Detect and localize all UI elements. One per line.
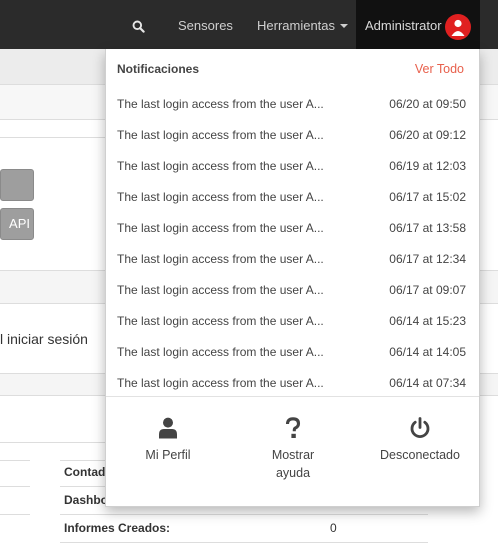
notification-item[interactable]: The last login access from the user A...… [106,151,479,182]
logout-button[interactable]: Desconectado [360,415,480,464]
avatar [445,14,471,40]
nav-herramientas-label: Herramientas [257,18,336,33]
notification-item[interactable]: The last login access from the user A...… [106,182,479,213]
notification-item[interactable]: The last login access from the user A...… [106,244,479,275]
help-label-line2: ayuda [275,466,311,480]
notification-time: 06/14 at 14:05 [389,345,466,359]
notification-item[interactable]: The last login access from the user A...… [106,213,479,244]
user-icon [108,415,228,441]
caret-down-icon [340,23,349,28]
notification-item[interactable]: The last login access from the user A...… [106,120,479,151]
notification-text: The last login access from the user A... [117,221,324,235]
notification-time: 06/20 at 09:12 [389,128,466,142]
stat-label: Informes Creados: [64,521,171,535]
notification-text: The last login access from the user A... [117,159,324,173]
notification-text: The last login access from the user A... [117,376,324,390]
notification-text: The last login access from the user A... [117,252,324,266]
background-button[interactable] [0,169,34,201]
notification-item[interactable]: The last login access from the user A...… [106,89,479,120]
question-icon [233,415,353,441]
divider [60,514,428,515]
nav-herramientas[interactable]: Herramientas [257,0,349,49]
help-button[interactable]: Mostrar ayuda [233,415,353,482]
notifications-title: Notificaciones [117,62,200,76]
notification-text: The last login access from the user A... [117,97,324,111]
notification-text: The last login access from the user A... [117,345,324,359]
stat-label: Dashbo [64,493,109,507]
power-icon [360,415,480,441]
divider [0,460,30,461]
login-text: l iniciar sesión [0,331,88,347]
top-navbar: Sensores Herramientas Administrator [0,0,498,49]
divider [0,137,110,138]
notification-text: The last login access from the user A... [117,128,324,142]
nav-sensores[interactable]: Sensores [178,0,233,49]
notification-text: The last login access from the user A... [117,190,324,204]
profile-label: Mi Perfil [145,448,191,462]
notifications-header: Notificaciones Ver Todo [106,49,479,87]
notification-item[interactable]: The last login access from the user A...… [106,275,479,306]
notifications-dropdown: Notificaciones Ver Todo The last login a… [105,49,480,507]
notification-time: 06/14 at 07:34 [389,376,466,390]
notification-time: 06/17 at 13:58 [389,221,466,235]
notification-item[interactable]: The last login access from the user A...… [106,368,479,399]
notification-time: 06/20 at 09:50 [389,97,466,111]
user-menu[interactable]: Administrator [356,0,480,49]
search-icon[interactable] [126,14,150,38]
divider [0,442,110,443]
user-name: Administrator [365,18,442,33]
logout-label: Desconectado [380,448,460,462]
divider [60,542,428,543]
notification-time: 06/17 at 15:02 [389,190,466,204]
notification-item[interactable]: The last login access from the user A...… [106,306,479,337]
notification-item[interactable]: The last login access from the user A...… [106,337,479,368]
divider [0,514,30,515]
divider [106,396,479,397]
help-label: Mostrar ayuda [233,446,353,482]
divider [0,486,30,487]
view-all-link[interactable]: Ver Todo [415,62,464,76]
notification-time: 06/17 at 09:07 [389,283,466,297]
profile-button[interactable]: Mi Perfil [108,415,228,464]
notification-time: 06/14 at 15:23 [389,314,466,328]
stat-value: 0 [330,521,337,535]
notification-time: 06/17 at 12:34 [389,252,466,266]
notification-time: 06/19 at 12:03 [389,159,466,173]
help-label-line1: Mostrar [271,448,315,462]
api-button[interactable]: API [0,208,34,240]
notification-text: The last login access from the user A... [117,283,324,297]
stat-label: Contad [64,465,106,479]
notification-text: The last login access from the user A... [117,314,324,328]
